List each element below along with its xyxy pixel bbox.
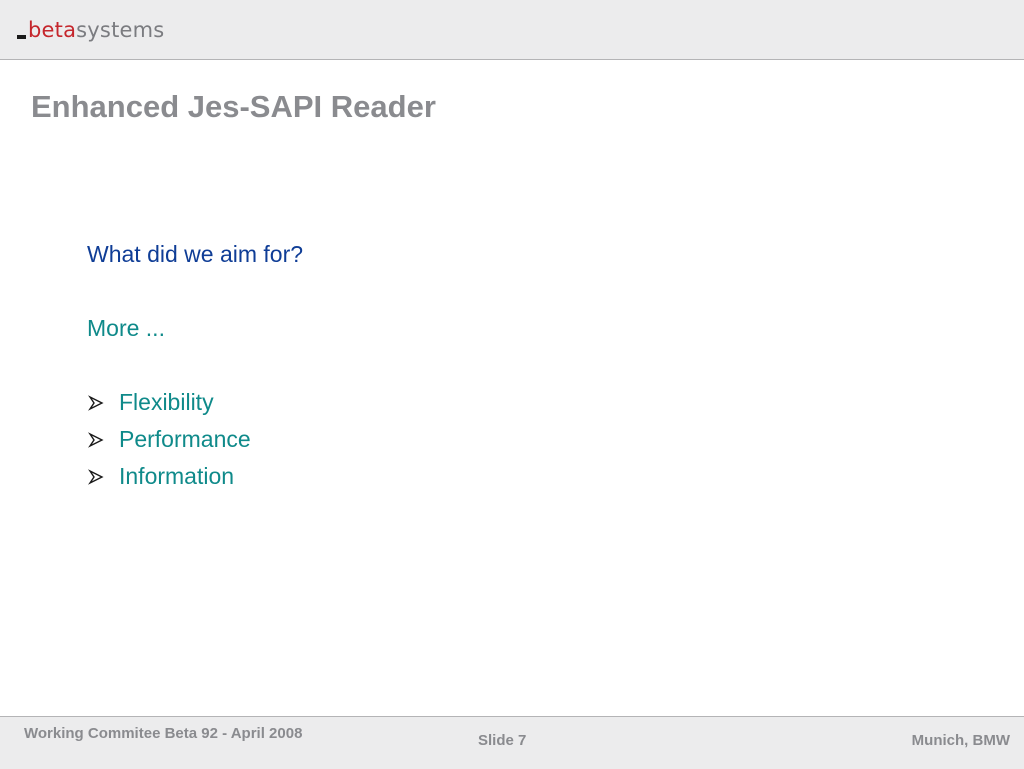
betasystems-logo: beta systems xyxy=(17,17,164,41)
header-bar: beta systems xyxy=(0,0,1024,60)
logo-dash xyxy=(17,35,26,39)
bullet-label: Information xyxy=(119,463,235,489)
logo-systems-text: systems xyxy=(76,18,165,42)
slide-number: Slide 7 xyxy=(478,732,527,749)
bullet-label: Flexibility xyxy=(119,389,214,415)
footer-event-text: Working Commitee Beta 92 - April 2008 xyxy=(24,725,303,742)
arrow-bullet-icon xyxy=(88,432,104,448)
logo-beta-text: beta xyxy=(28,18,77,42)
arrow-bullet-icon xyxy=(88,395,104,411)
slide-title: Enhanced Jes-SAPI Reader xyxy=(31,89,436,124)
footer-location-text: Munich, BMW xyxy=(911,732,1010,749)
footer-bar: Working Commitee Beta 92 - April 2008 Sl… xyxy=(0,716,1024,769)
bullet-label: Performance xyxy=(119,426,251,452)
question-text: What did we aim for? xyxy=(87,241,304,267)
arrow-bullet-icon xyxy=(88,469,104,485)
more-text: More ... xyxy=(87,315,165,341)
